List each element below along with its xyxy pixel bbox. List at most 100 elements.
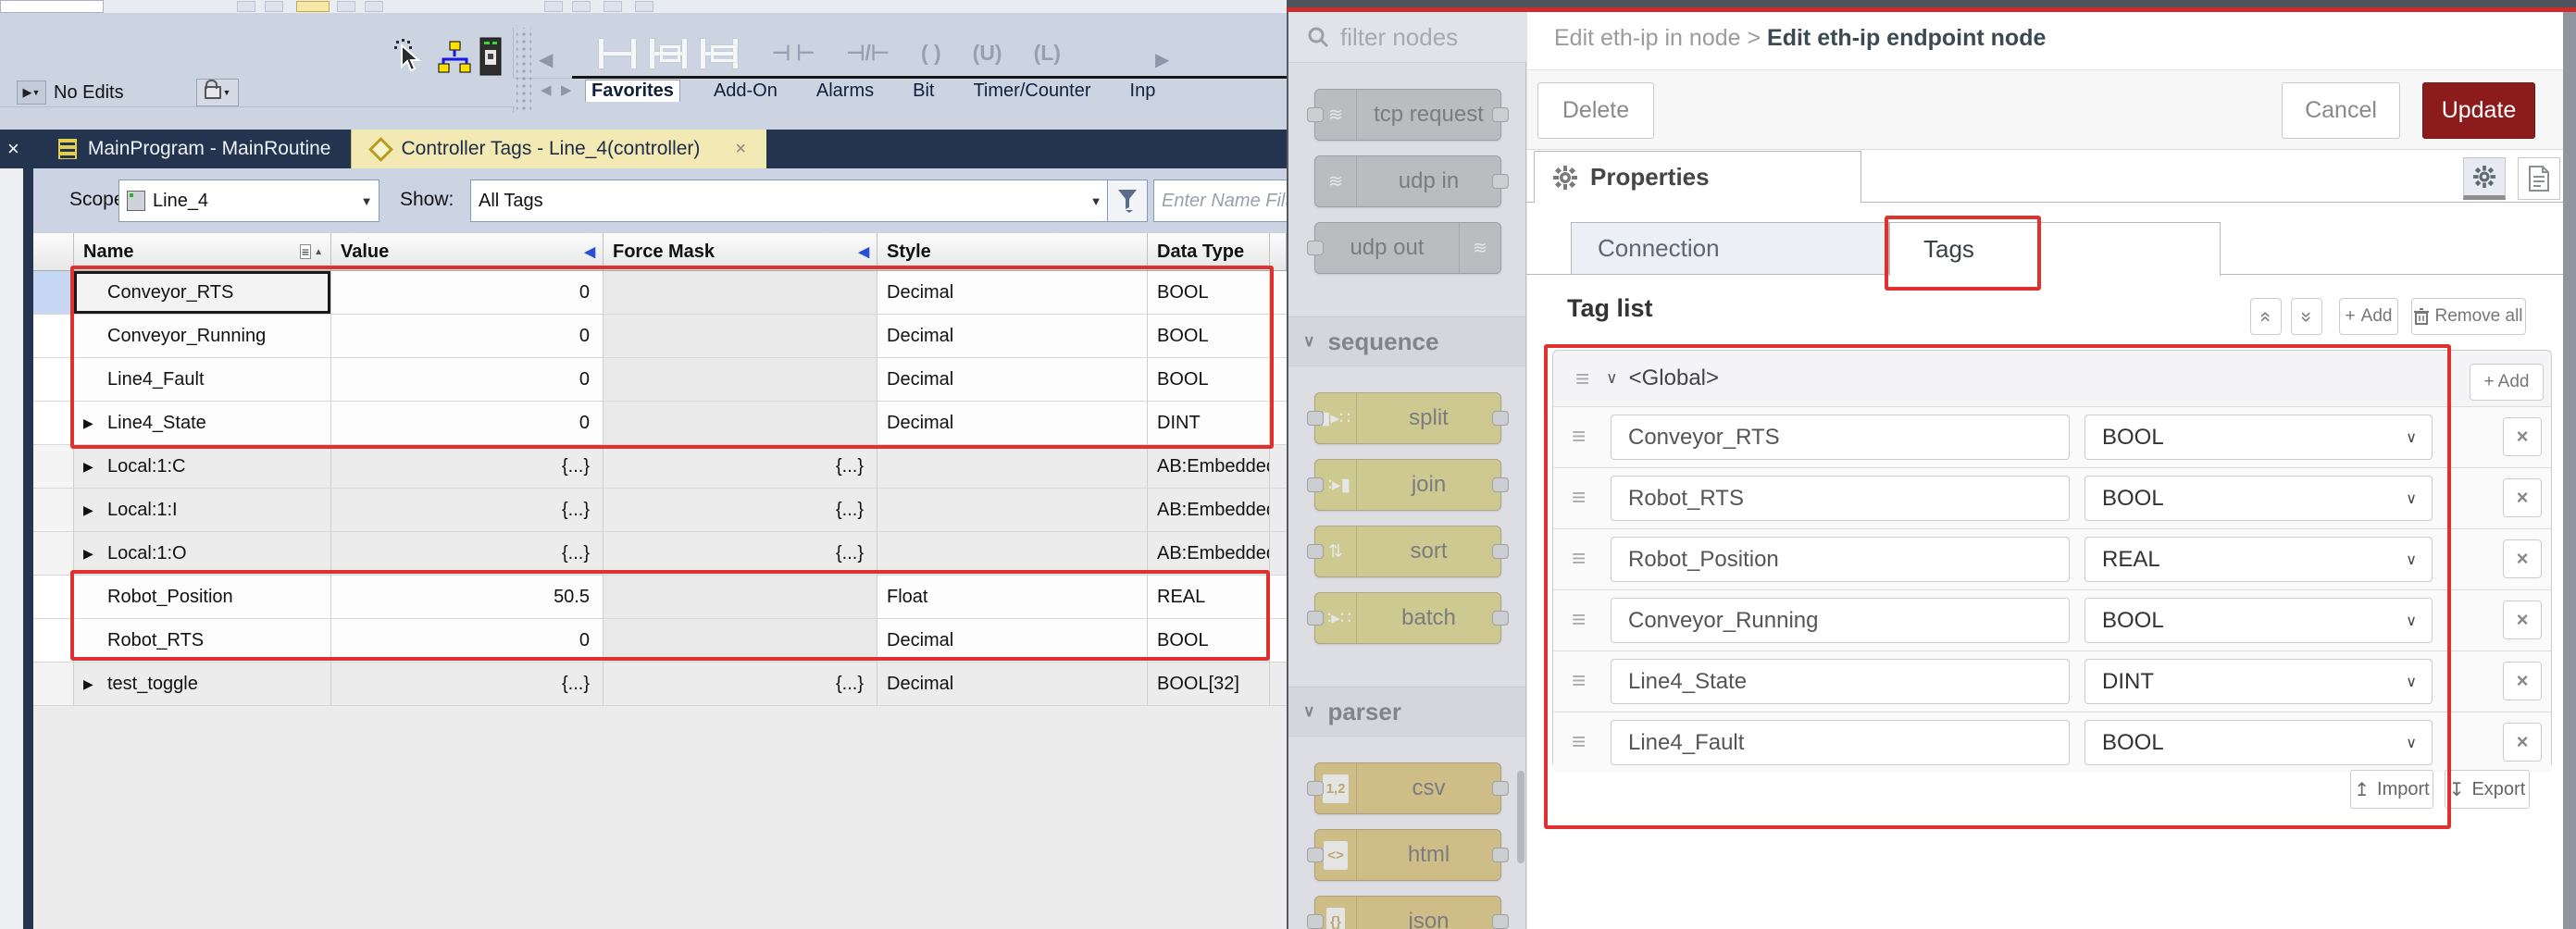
col-force-mask[interactable]: Force Mask ◀ xyxy=(604,233,877,270)
toolbar-icon-stub[interactable] xyxy=(544,1,563,12)
node-settings-button[interactable] xyxy=(2463,157,2506,200)
node-description-button[interactable] xyxy=(2518,157,2560,200)
tag-type-select[interactable]: BOOL ∨ xyxy=(2084,476,2433,521)
tag-value-cell[interactable]: {...} xyxy=(331,663,604,706)
toolbar-icon-stub[interactable] xyxy=(237,1,255,12)
remove-tag-button[interactable]: × xyxy=(2503,539,2542,578)
palette-node[interactable]: ⇅ sort xyxy=(1314,526,1501,577)
chevron-down-icon[interactable]: ▼ xyxy=(1084,180,1108,221)
tab-tags[interactable]: Tags xyxy=(1889,222,2221,276)
select-cursor-icon[interactable] xyxy=(394,39,426,74)
style-cell[interactable]: Decimal xyxy=(877,619,1148,663)
output-port[interactable] xyxy=(1492,174,1509,189)
style-cell[interactable]: Decimal xyxy=(877,315,1148,358)
palette-category-header[interactable]: ∨ parser xyxy=(1288,687,1527,737)
tag-name-input[interactable]: Conveyor_Running xyxy=(1611,598,2070,643)
row-gutter[interactable] xyxy=(33,489,74,532)
table-row[interactable]: Conveyor_RTS 0 Decimal BOOL xyxy=(33,271,1287,315)
toolbar-icon-stub[interactable] xyxy=(337,1,355,12)
tab-scroll-right-icon[interactable]: ▶ xyxy=(561,81,572,98)
palette-node[interactable]: {} json xyxy=(1314,896,1501,929)
force-mask-cell[interactable]: {...} xyxy=(604,489,877,532)
tag-name-input[interactable]: Line4_State xyxy=(1611,659,2070,704)
instruction-tab[interactable]: Inp xyxy=(1125,81,1162,102)
expand-arrow-icon[interactable]: ▶ xyxy=(83,459,107,475)
input-port[interactable] xyxy=(1307,107,1324,122)
tag-name-cell[interactable]: Conveyor_RTS xyxy=(74,271,331,315)
row-gutter[interactable] xyxy=(33,576,74,619)
force-mask-cell[interactable] xyxy=(604,315,877,358)
row-gutter[interactable] xyxy=(33,663,74,706)
data-type-cell[interactable]: BOOL xyxy=(1148,271,1270,315)
table-row[interactable]: ▶ Line4_State 0 Decimal DINT xyxy=(33,402,1287,445)
table-row[interactable]: ▶ Local:1:C {...} {...} AB:Embedded_Disc… xyxy=(33,445,1287,489)
instruction-button[interactable]: ⊣/⊢ xyxy=(846,41,889,66)
remove-tag-button[interactable]: × xyxy=(2503,601,2542,639)
tag-name-input[interactable]: Line4_Fault xyxy=(1611,720,2070,765)
drag-handle-icon[interactable]: ≡ xyxy=(1572,666,1584,695)
input-port[interactable] xyxy=(1307,611,1324,626)
data-type-cell[interactable]: AB:Embedded_Discre... xyxy=(1148,445,1270,489)
move-up-button[interactable]: « xyxy=(2250,298,2282,335)
row-gutter[interactable] xyxy=(33,315,74,358)
column-pin-icon[interactable]: ◀ xyxy=(584,243,595,260)
row-gutter[interactable] xyxy=(33,445,74,489)
tab-properties[interactable]: Properties xyxy=(1534,151,1861,203)
output-port[interactable] xyxy=(1492,107,1509,122)
palette-node[interactable]: 1,2 csv xyxy=(1314,762,1501,814)
row-gutter[interactable] xyxy=(33,402,74,445)
data-type-cell[interactable]: AB:Embedded_Discre... xyxy=(1148,489,1270,532)
filter-funnel-button[interactable] xyxy=(1107,180,1148,222)
force-mask-cell[interactable]: {...} xyxy=(604,663,877,706)
style-cell[interactable]: Decimal xyxy=(877,271,1148,315)
instruction-tab[interactable]: Favorites xyxy=(585,80,680,102)
force-mask-cell[interactable] xyxy=(604,576,877,619)
table-row[interactable]: Line4_Fault 0 Decimal BOOL xyxy=(33,358,1287,402)
table-row[interactable]: ▶ test_toggle {...} {...} Decimal BOOL[3… xyxy=(33,663,1287,706)
tag-name-cell[interactable]: Line4_Fault xyxy=(74,358,331,402)
force-mask-cell[interactable] xyxy=(604,358,877,402)
toolbar-icon-stub[interactable] xyxy=(635,1,653,12)
tag-name-cell[interactable]: ▶ Local:1:C xyxy=(74,445,331,489)
tab-scroll-left-icon[interactable]: ◀ xyxy=(541,81,552,98)
output-port[interactable] xyxy=(1492,544,1509,559)
force-mask-cell[interactable] xyxy=(604,271,877,315)
toolbar-icon-stub[interactable] xyxy=(265,1,283,12)
tag-value-cell[interactable]: 0 xyxy=(331,402,604,445)
instruction-tab[interactable]: Alarms xyxy=(811,81,879,102)
expand-arrow-icon[interactable]: ▶ xyxy=(83,415,107,431)
col-name[interactable]: Name ≡▲ xyxy=(74,233,331,270)
remove-tag-button[interactable]: × xyxy=(2503,417,2542,456)
data-type-cell[interactable]: BOOL xyxy=(1148,619,1270,663)
remove-tag-button[interactable]: × xyxy=(2503,478,2542,517)
tab-connection[interactable]: Connection xyxy=(1571,222,1889,275)
tag-value-cell[interactable]: {...} xyxy=(331,445,604,489)
close-icon[interactable]: × xyxy=(7,137,19,161)
data-type-cell[interactable]: DINT xyxy=(1148,402,1270,445)
toolbar-icon-stub[interactable] xyxy=(604,1,622,12)
tag-type-select[interactable]: DINT ∨ xyxy=(2084,659,2433,704)
tab-controller-tags[interactable]: Controller Tags - Line_4(controller) × xyxy=(351,130,766,168)
table-row[interactable]: ▶ Local:1:I {...} {...} AB:Embedded_Disc… xyxy=(33,489,1287,532)
output-port[interactable] xyxy=(1492,411,1509,426)
input-port[interactable] xyxy=(1307,411,1324,426)
tag-type-select[interactable]: BOOL ∨ xyxy=(2084,598,2433,643)
tag-value-cell[interactable]: {...} xyxy=(331,532,604,576)
tag-type-select[interactable]: BOOL ∨ xyxy=(2084,720,2433,765)
toolbar-drag-handle[interactable] xyxy=(516,28,531,113)
rung-branch-level-icon[interactable] xyxy=(699,37,740,70)
tag-value-cell[interactable]: 0 xyxy=(331,619,604,663)
tag-type-select[interactable]: REAL ∨ xyxy=(2084,537,2433,582)
input-port[interactable] xyxy=(1307,477,1324,492)
import-button[interactable]: ↥ Import xyxy=(2350,770,2433,809)
scroll-right-icon[interactable]: ▶ xyxy=(1155,48,1169,71)
drag-handle-icon[interactable]: ≡ xyxy=(1572,483,1584,512)
add-tag-button[interactable]: +Add xyxy=(2339,298,2398,335)
output-port[interactable] xyxy=(1492,848,1509,862)
instruction-tab[interactable]: Timer/Counter xyxy=(967,81,1096,102)
instruction-button[interactable]: ⊣ ⊢ xyxy=(772,41,815,66)
input-port[interactable] xyxy=(1307,781,1324,796)
drag-handle-icon[interactable]: ≡ xyxy=(1572,605,1584,634)
style-cell[interactable]: Float xyxy=(877,576,1148,619)
input-port[interactable] xyxy=(1307,241,1324,255)
